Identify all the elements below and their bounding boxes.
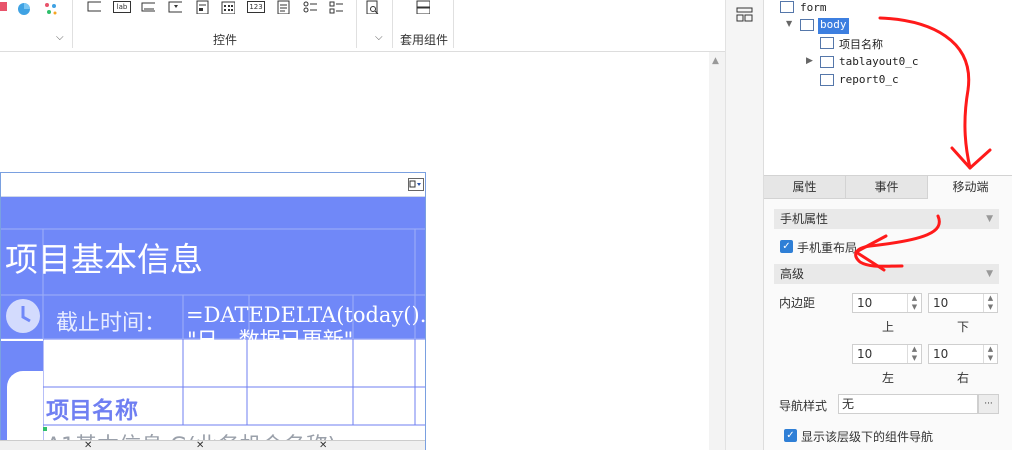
- padding-left-caption: 左: [882, 371, 895, 385]
- padding-right-input[interactable]: 10 ▲ ▼: [928, 344, 998, 364]
- nav-style-input[interactable]: 无: [838, 394, 978, 414]
- clock-icon: [6, 299, 40, 333]
- spinner-arrows-icon[interactable]: ▲ ▼: [907, 345, 921, 363]
- body-dropdown-icon[interactable]: [408, 178, 424, 191]
- spinner-arrows-icon[interactable]: ▲ ▼: [907, 294, 921, 312]
- cell-marker: [43, 427, 47, 431]
- image-icon[interactable]: [0, 0, 14, 14]
- tree-item-report[interactable]: report0_c: [839, 73, 899, 89]
- dots-chart-icon[interactable]: [44, 2, 58, 16]
- tab-mobile[interactable]: 移动端: [928, 176, 1012, 199]
- padding-right-value: 10: [933, 347, 949, 361]
- dropdown-node-icon: [820, 37, 834, 49]
- section-mobile-properties[interactable]: 手机属性 ▼: [774, 209, 999, 229]
- form-body[interactable]: 项目基本信息 截止时间： =DATEDELTA(today(). "日，数据已更…: [0, 172, 426, 450]
- tree-item-form[interactable]: form: [800, 1, 827, 17]
- properties-panel: form ▼ body 项目名称 ▶ tablayout0_c report0_…: [763, 0, 1012, 450]
- padding-top-caption: 上: [882, 320, 895, 334]
- chevron-down-icon[interactable]: ⌵: [375, 32, 383, 43]
- formula-cell-line2: "日，数据已更新": [187, 328, 354, 340]
- tab-properties[interactable]: 属性: [764, 176, 846, 199]
- panel-tabs: 属性 事件 移动端: [764, 175, 1012, 199]
- tablayout-icon: [820, 56, 834, 68]
- text-field-icon[interactable]: [141, 1, 155, 15]
- date-widget-icon[interactable]: [221, 0, 235, 14]
- body-header-strip: [1, 173, 425, 197]
- toolbar: ⌵ lab 123 控件 ⌵ 套用组件: [0, 0, 725, 52]
- side-tool-column: [725, 0, 763, 450]
- padding-left-value: 10: [857, 347, 873, 361]
- section-mobile-label: 手机属性: [780, 212, 829, 226]
- padding-top-value: 10: [857, 296, 873, 310]
- spinner-arrows-icon[interactable]: ▲ ▼: [983, 294, 997, 312]
- tree-item-project-name[interactable]: 项目名称: [839, 36, 883, 52]
- textarea-widget-icon[interactable]: [277, 0, 291, 14]
- collapse-arrow-icon[interactable]: ▶: [806, 56, 813, 66]
- nav-style-more-button[interactable]: ···: [978, 394, 999, 414]
- padding-bottom-value: 10: [933, 296, 949, 310]
- tree-item-tablayout[interactable]: tablayout0_c: [839, 55, 918, 71]
- deadline-label: 截止时间：: [56, 311, 167, 336]
- formula-cell[interactable]: =DATEDELTA(today().: [186, 303, 425, 331]
- button-widget-icon[interactable]: [87, 1, 101, 15]
- spinner-arrows-icon[interactable]: ▲ ▼: [983, 345, 997, 363]
- bottom-tabs[interactable]: ✕ ✕ ✕: [0, 440, 425, 451]
- nav-style-label: 导航样式: [779, 399, 828, 413]
- section-advanced[interactable]: 高级 ▼: [774, 264, 999, 284]
- padding-right-caption: 右: [957, 371, 970, 385]
- cell-project-name[interactable]: 项目名称: [46, 391, 138, 425]
- close-icon[interactable]: ✕: [319, 440, 327, 451]
- chevron-down-icon[interactable]: ⌵: [56, 32, 64, 43]
- radio-group-icon[interactable]: [303, 0, 317, 14]
- number-widget-icon[interactable]: 123: [247, 1, 265, 13]
- section-advanced-label: 高级: [780, 267, 805, 281]
- close-icon[interactable]: ✕: [196, 440, 204, 451]
- padding-bottom-input[interactable]: 10 ▲ ▼: [928, 293, 998, 313]
- vertical-scrollbar[interactable]: ▲: [709, 52, 725, 450]
- form-widget-icon[interactable]: [196, 0, 210, 14]
- padding-top-input[interactable]: 10 ▲ ▼: [852, 293, 922, 313]
- tree-item-body[interactable]: body: [818, 18, 849, 34]
- pie-chart-icon[interactable]: [17, 2, 31, 16]
- search-widget-icon[interactable]: [366, 0, 380, 14]
- checkbox-relayout-label: 手机重布局: [797, 241, 858, 255]
- dropdown-widget-icon[interactable]: [168, 1, 182, 15]
- group-controls-label: 控件: [213, 33, 238, 47]
- close-icon[interactable]: ✕: [84, 440, 92, 451]
- form-icon: [780, 1, 794, 13]
- checkbox-relayout[interactable]: ✓: [780, 240, 793, 253]
- padding-bottom-caption: 下: [957, 320, 970, 334]
- chevron-down-icon: ▼: [986, 269, 993, 279]
- body-icon: [800, 19, 814, 31]
- layout-panel-icon[interactable]: [736, 7, 754, 23]
- page-title: 项目基本信息: [5, 240, 203, 279]
- chevron-down-icon: ▼: [986, 214, 993, 224]
- expand-arrow-icon[interactable]: ▼: [786, 19, 792, 28]
- report-icon: [820, 74, 834, 86]
- tab-events[interactable]: 事件: [846, 176, 928, 199]
- checkbox-show-nav-label: 显示该层级下的组件导航: [801, 430, 934, 444]
- group-combo-label: 套用组件: [400, 33, 449, 47]
- left-rail-curve: [7, 371, 43, 449]
- label-widget-icon[interactable]: lab: [113, 1, 131, 13]
- combo-widget-icon[interactable]: [416, 0, 430, 14]
- padding-label: 内边距: [779, 296, 816, 310]
- checkbox-group-icon[interactable]: [329, 0, 343, 14]
- checkbox-show-nav[interactable]: ✓: [784, 429, 797, 442]
- padding-left-input[interactable]: 10 ▲ ▼: [852, 344, 922, 364]
